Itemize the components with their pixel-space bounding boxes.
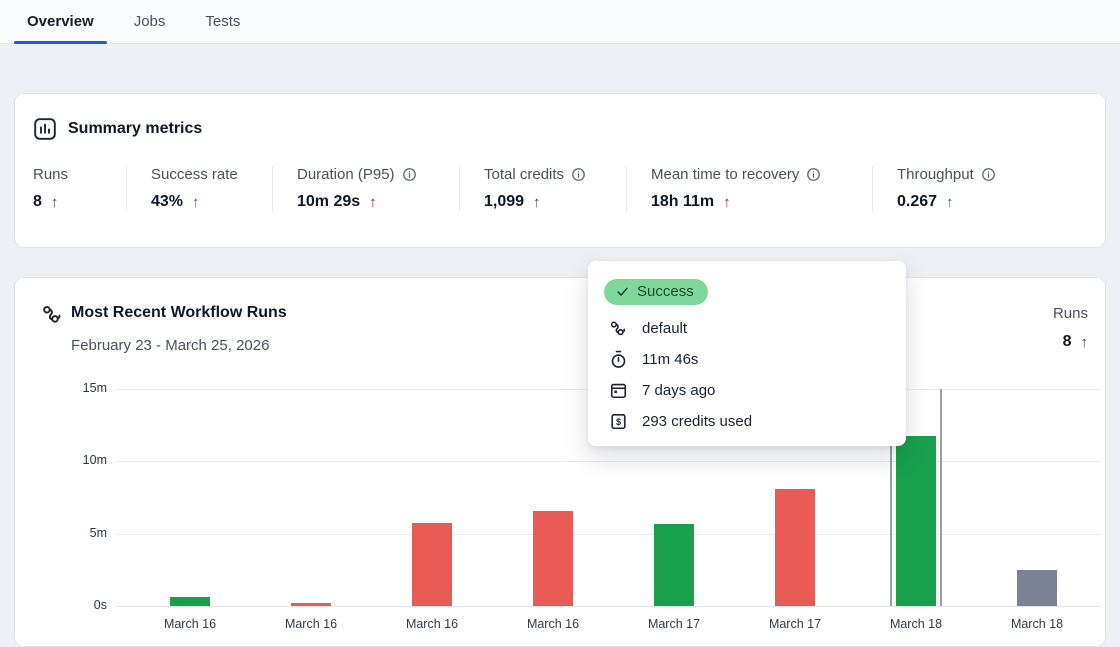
calendar-icon xyxy=(608,381,628,400)
tooltip-credits-row: $ 293 credits used xyxy=(604,412,890,431)
metric-success-rate: Success rate 43% ↑ xyxy=(126,166,272,211)
x-axis-tick: March 16 xyxy=(526,617,580,631)
metric-value: 18h 11m xyxy=(651,193,715,210)
tab-overview-label: Overview xyxy=(27,13,94,30)
metric-total-credits: Total credits 1,099 ↑ xyxy=(459,166,626,211)
status-badge-label: Success xyxy=(637,283,694,300)
x-axis-tick: March 16 xyxy=(163,617,217,631)
chart-title: Most Recent Workflow Runs xyxy=(71,304,287,321)
tooltip-credits: 293 credits used xyxy=(642,413,753,430)
timer-icon xyxy=(608,350,628,369)
metric-value: 0.267 xyxy=(897,193,938,210)
workflow-icon xyxy=(41,303,64,326)
metric-label: Mean time to recovery xyxy=(651,166,800,183)
x-axis-tick: March 18 xyxy=(1010,617,1064,631)
tooltip-workflow-row: default xyxy=(604,319,890,338)
x-axis-tick: March 17 xyxy=(768,617,822,631)
summary-metrics-card: Summary metrics Runs 8 ↑ Success rate 43% ↑ Du… xyxy=(14,93,1106,248)
status-badge: Success xyxy=(604,279,708,305)
info-icon[interactable] xyxy=(806,167,821,182)
metric-throughput: Throughput 0.267 ↑ xyxy=(872,166,1006,211)
hover-guide-line xyxy=(940,389,942,606)
chart-bar-success[interactable] xyxy=(654,524,694,606)
chart-runs-summary: Runs 8 ↑ xyxy=(1053,305,1088,351)
metric-label: Success rate xyxy=(151,166,238,183)
gridline xyxy=(116,461,1101,463)
chart-bar-other[interactable] xyxy=(1017,569,1057,606)
metric-value: 8 xyxy=(33,193,42,210)
chart-date-range: February 23 - March 25, 2026 xyxy=(71,337,270,354)
tab-tests-label: Tests xyxy=(205,13,241,30)
run-tooltip: Success default 11m 46s 7 days ago $ 293… xyxy=(588,261,906,446)
info-icon[interactable] xyxy=(981,167,996,182)
tab-jobs[interactable]: Jobs xyxy=(121,0,179,43)
trend-up-arrow: ↑ xyxy=(723,193,731,211)
x-axis-tick: March 16 xyxy=(405,617,459,631)
workflow-runs-card: Most Recent Workflow Runs February 23 - … xyxy=(14,261,1106,647)
chart-bar-failure[interactable] xyxy=(775,488,815,606)
chart-bar-success[interactable] xyxy=(170,596,210,606)
x-axis-tick: March 17 xyxy=(647,617,701,631)
info-icon[interactable] xyxy=(571,167,586,182)
chart-runs-label: Runs xyxy=(1052,305,1088,322)
metric-label: Throughput xyxy=(897,166,974,183)
summary-metrics-title: Summary metrics xyxy=(68,120,203,137)
tooltip-duration-row: 11m 46s xyxy=(604,350,890,369)
gridline xyxy=(116,533,1101,535)
tab-tests[interactable]: Tests xyxy=(192,0,253,43)
gridline xyxy=(116,606,1101,607)
trend-up-arrow: ↑ xyxy=(192,193,200,211)
check-icon xyxy=(616,285,629,298)
trend-up-arrow: ↑ xyxy=(369,193,377,211)
chart-bar-failure[interactable] xyxy=(412,522,452,606)
tooltip-duration: 11m 46s xyxy=(642,351,699,368)
bar-chart-icon xyxy=(33,117,57,141)
chart-runs-value: 8 xyxy=(1062,333,1072,350)
y-axis-tick: 0s xyxy=(93,598,107,612)
credits-icon: $ xyxy=(608,412,628,431)
workflow-icon xyxy=(608,319,628,338)
metric-value: 1,099 xyxy=(484,193,525,210)
metric-value: 43% xyxy=(151,193,184,210)
y-axis-tick: 5m xyxy=(89,525,107,540)
metric-value: 10m 29s xyxy=(297,193,361,210)
tab-overview[interactable]: Overview xyxy=(14,0,107,44)
x-axis-tick: March 16 xyxy=(284,617,338,631)
svg-text:$: $ xyxy=(615,417,620,427)
tooltip-time-row: 7 days ago xyxy=(604,381,890,400)
metric-label: Duration (P95) xyxy=(297,166,395,183)
tab-jobs-label: Jobs xyxy=(133,13,166,30)
trend-up-arrow: ↑ xyxy=(946,193,954,211)
y-axis-tick: 15m xyxy=(82,381,107,395)
active-tab-underline xyxy=(14,41,107,44)
chart-bar-failure[interactable] xyxy=(533,510,573,606)
metric-label: Runs xyxy=(33,166,69,183)
tab-bar: Overview Jobs Tests xyxy=(0,0,1120,44)
chart-runs-trend-up-arrow: ↑ xyxy=(1080,333,1089,351)
metric-label: Total credits xyxy=(484,166,565,183)
tooltip-relative-time: 7 days ago xyxy=(642,382,716,399)
metric-duration-p95: Duration (P95) 10m 29s ↑ xyxy=(272,166,459,211)
y-axis-tick: 10m xyxy=(82,453,107,468)
x-axis-tick: March 18 xyxy=(889,617,943,631)
metric-runs: Runs 8 ↑ xyxy=(33,166,126,211)
info-icon[interactable] xyxy=(402,167,417,182)
chart-bar-failure[interactable] xyxy=(291,603,331,606)
chart-bar-success[interactable] xyxy=(896,435,936,606)
metric-mean-time-to-recovery: Mean time to recovery 18h 11m ↑ xyxy=(626,166,872,211)
trend-up-arrow: ↑ xyxy=(533,193,541,211)
tooltip-workflow-name: default xyxy=(642,320,688,337)
trend-up-arrow: ↑ xyxy=(50,193,59,211)
metrics-row: Runs 8 ↑ Success rate 43% ↑ Duration (P95) 10m … xyxy=(33,166,1087,211)
